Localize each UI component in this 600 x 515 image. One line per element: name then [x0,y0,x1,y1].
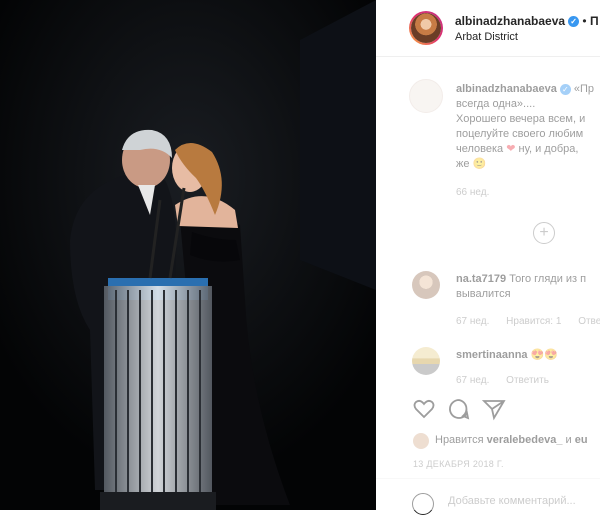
comment-reply-button[interactable]: Ответ [578,316,600,327]
verified-icon: ✓ [568,16,580,28]
comment-username[interactable]: na.ta7179 [456,273,506,285]
add-comment-bar [376,478,600,515]
author-avatar[interactable] [409,11,443,45]
caption-line: «Пр [573,83,595,95]
comment-likes[interactable]: Нравится: 1 [506,316,561,327]
comment-reply-button[interactable]: Ответить [506,375,549,386]
verified-icon: ✓ [559,83,571,95]
likes-prefix: Нравится [435,434,484,446]
caption-line: же [456,158,470,170]
post-actions [376,397,600,427]
likes-more[interactable]: eu [575,434,588,446]
comment-emoji: 😍😍 [530,349,558,361]
comment-icon[interactable] [447,397,471,421]
caption-line: Хорошего вечера всем, и [456,113,586,125]
likes-suffix: и [565,434,572,446]
comment-text: smertinaanna 😍😍 [456,348,600,363]
liker-username[interactable]: veralebedeva_ [487,434,563,446]
caption-text: albinadzhanabaeva ✓ «Пр всегда одна».... Х… [456,82,600,172]
emoji-icon[interactable] [412,493,434,515]
follow-button[interactable]: П [590,14,599,28]
load-more-comments-icon[interactable]: + [533,222,555,244]
separator: • [582,14,587,28]
post-date[interactable]: 13 ДЕКАБРЯ 2018 Г. [413,459,504,469]
likes-summary: Нравится veralebedeva_ и eu [435,434,588,446]
caption-time[interactable]: 66 нед. [456,187,489,198]
share-icon[interactable] [482,397,506,421]
comment-meta: 67 нед. Ответить [456,375,563,386]
add-comment-input[interactable] [448,495,598,507]
comment-avatar[interactable] [412,271,440,299]
caption-line: человека [456,143,504,155]
comment-text: na.ta7179 Того гляди из п вывалится [456,272,600,302]
comment-meta: 67 нед. Нравится: 1 Ответ [456,316,600,327]
location-link[interactable]: Arbat District [455,31,518,43]
caption-line: ну, и добра, [518,143,579,155]
liker-avatar[interactable] [413,433,429,449]
comment-time[interactable]: 67 нед. [456,375,489,386]
comment-body: вывалится [456,288,511,300]
caption-line: всегда одна».... [456,98,536,110]
caption-line: поцелуйте своего любим [456,128,584,140]
heart-emoji-icon: ❤ [506,143,516,155]
caption-avatar[interactable] [409,79,443,113]
comment-avatar[interactable] [412,347,440,375]
post-image [0,0,376,510]
comment-body: Того гляди из п [509,273,587,285]
caption-username[interactable]: albinadzhanabaeva [456,83,557,95]
post-photo[interactable] [0,0,376,510]
post-sidebar: albinadzhanabaeva ✓ • П Arbat District al… [376,0,600,515]
comment-time[interactable]: 67 нед. [456,316,489,327]
heart-icon[interactable] [412,397,436,421]
author-username[interactable]: albinadzhanabaeva ✓ • П [455,14,599,28]
author-username-text[interactable]: albinadzhanabaeva [455,14,565,28]
smile-emoji-icon: 🙂 [472,158,487,170]
post-header: albinadzhanabaeva ✓ • П Arbat District [376,0,600,57]
comment-username[interactable]: smertinaanna [456,349,528,361]
